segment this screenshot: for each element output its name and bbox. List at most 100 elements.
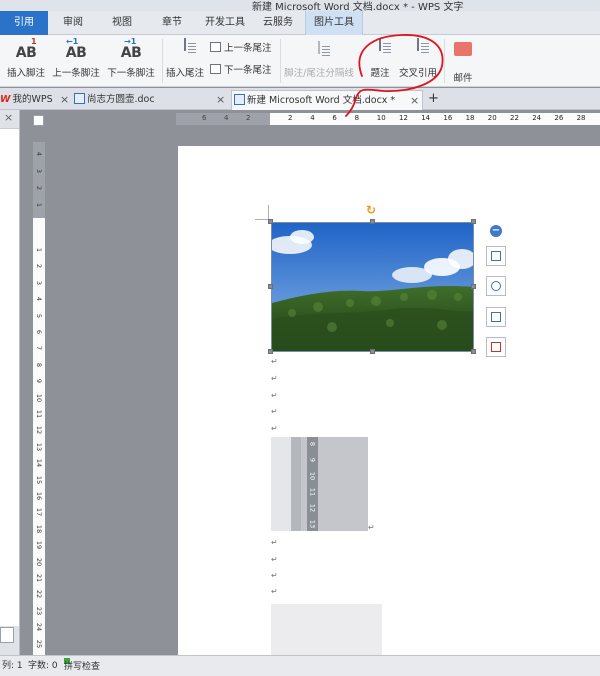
- ruler-tick-label: 10: [308, 471, 317, 481]
- cross-reference-button[interactable]: 交叉引用: [397, 37, 439, 83]
- ruler-tick-label: 4: [35, 151, 43, 157]
- resize-handle-sw[interactable]: [268, 349, 273, 354]
- mail-button[interactable]: 邮件: [449, 37, 477, 84]
- prev-footnote-icon: ←1 AB: [65, 37, 87, 61]
- pane-resize-handle[interactable]: [0, 627, 14, 643]
- ruler-tick-label: 8: [308, 441, 317, 447]
- resize-handle-nw[interactable]: [268, 219, 273, 224]
- footnote-separator-button[interactable]: 脚注/尾注分隔线: [283, 37, 355, 83]
- paragraph-mark: ↵: [271, 555, 278, 564]
- tab-cloud[interactable]: 云服务: [254, 11, 302, 35]
- doc-file-icon: [234, 94, 245, 105]
- ruler-tick-label: 11: [308, 487, 317, 497]
- next-endnote-button[interactable]: 下一条尾注: [210, 63, 272, 79]
- ruler-tick-label: 4: [310, 114, 315, 122]
- layout-options-button[interactable]: [486, 246, 506, 266]
- cross-reference-icon: [397, 37, 439, 61]
- doc-file-icon: [74, 93, 85, 104]
- document-tab-bar: W 我的WPS × 尚志方圆壶.doc × 新建 Microsoft Word 文…: [0, 88, 600, 110]
- close-icon[interactable]: ×: [216, 90, 225, 110]
- ribbon-references: 1 AB 插入脚注 ←1 AB 上一条脚注 →1 AB 下一条脚注 插入尾注 上…: [0, 35, 600, 87]
- ruler-tick-label: 7: [35, 346, 43, 351]
- layout-icon: [491, 251, 501, 261]
- inserted-picture-placeholder[interactable]: [271, 604, 382, 655]
- ruler-tick-label: 2: [35, 185, 43, 191]
- collapse-toolbar-icon[interactable]: −: [490, 225, 502, 237]
- endnote-icon: [165, 37, 205, 61]
- doc-tab-new-word[interactable]: 新建 Microsoft Word 文档.docx * ×: [231, 90, 423, 110]
- ruler-tick-label: 4: [35, 297, 43, 302]
- ruler-tick-label: 8: [35, 362, 43, 367]
- tab-references[interactable]: 引用: [0, 11, 48, 35]
- insert-footnote-button[interactable]: 1 AB 插入脚注: [4, 37, 48, 83]
- resize-handle-s[interactable]: [370, 349, 375, 354]
- doc-tab-shangzhi[interactable]: 尚志方圆壶.doc ×: [74, 90, 230, 110]
- picture-border-button[interactable]: [486, 337, 506, 357]
- navigation-pane-content: [0, 128, 19, 626]
- status-column: 列: 1: [2, 661, 23, 671]
- ruler-tick-label: 18: [465, 114, 475, 122]
- inserted-ruler-picture[interactable]: 8 9 10 11 12 13: [271, 437, 368, 531]
- resize-handle-e[interactable]: [471, 284, 476, 289]
- horizontal-ruler[interactable]: 6 4 2 2 4 6 8 10 12 14 16 18 20 22 24 26 28: [176, 113, 600, 125]
- crop-picture-button[interactable]: [486, 307, 506, 327]
- tab-developer[interactable]: 开发工具: [198, 11, 252, 35]
- ruler-tick-label: 18: [35, 524, 43, 533]
- ruler-tick-label: 1: [35, 202, 43, 208]
- resize-handle-ne[interactable]: [471, 219, 476, 224]
- caption-icon: [366, 37, 394, 61]
- resize-handle-n[interactable]: [370, 219, 375, 224]
- resize-handle-w[interactable]: [268, 284, 273, 289]
- ruler-tab-selector[interactable]: [33, 115, 44, 126]
- prev-footnote-button[interactable]: ←1 AB 上一条脚注: [52, 37, 100, 83]
- tab-view[interactable]: 视图: [100, 11, 144, 35]
- selected-picture[interactable]: [271, 222, 474, 352]
- ruler-tick-label: 11: [35, 409, 43, 419]
- tab-chapter[interactable]: 章节: [150, 11, 194, 35]
- navigation-pane: ×: [0, 110, 20, 655]
- close-icon[interactable]: ×: [410, 91, 419, 111]
- footnote-icon: 1 AB: [15, 37, 37, 61]
- border-icon: [491, 342, 501, 352]
- resize-handle-se[interactable]: [471, 349, 476, 354]
- margin-corner-mark: [268, 205, 269, 219]
- close-icon[interactable]: ×: [4, 111, 13, 124]
- ruler-tick-label: 28: [576, 114, 586, 122]
- insert-endnote-button[interactable]: 插入尾注: [165, 37, 205, 83]
- vertical-ruler[interactable]: 4 3 2 1 1 2 3 4 5 6 7 8 9 10 11 12 13 14 15 16 17 18 19 20 21 22 2…: [33, 142, 45, 664]
- ruler-tick-label: 13: [308, 519, 317, 529]
- close-icon[interactable]: ×: [60, 90, 69, 110]
- envelope-icon: [449, 42, 477, 66]
- ruler-tick-label: 4: [224, 114, 229, 122]
- tab-review[interactable]: 审阅: [52, 11, 94, 35]
- caption-button[interactable]: 题注: [366, 37, 394, 83]
- doc-tab-mywps[interactable]: W 我的WPS ×: [0, 90, 72, 110]
- ruler-tick-label: 16: [443, 114, 453, 122]
- ribbon-tab-bar: 引用 审阅 视图 章节 开发工具 云服务 图片工具: [0, 11, 600, 35]
- tab-picture-tools[interactable]: 图片工具: [305, 11, 363, 35]
- separator-line-icon: [283, 37, 355, 61]
- ruler-tick-label: 14: [35, 459, 43, 468]
- title-bar: 新建 Microsoft Word 文档.docx * - WPS 文字: [0, 0, 600, 11]
- ruler-tick-label: 20: [35, 557, 43, 566]
- next-footnote-button[interactable]: →1 AB 下一条脚注: [106, 37, 156, 83]
- ruler-tick-label: 17: [35, 508, 43, 517]
- ruler-tick-label: 12: [399, 114, 408, 122]
- paragraph-mark: ↵: [271, 424, 278, 433]
- ruler-tick-label: 3: [35, 280, 43, 285]
- picture-ruler-strip: 8 9 10 11 12 13: [307, 437, 318, 531]
- ruler-text-area: [270, 113, 600, 125]
- ruler-tick-label: 6: [35, 329, 43, 335]
- ruler-tick-label: 2: [288, 114, 293, 122]
- paragraph-mark: ↵: [271, 538, 278, 547]
- ruler-tick-label: 10: [376, 114, 386, 122]
- wps-logo-icon: W: [0, 94, 11, 105]
- rotate-handle-icon[interactable]: ↻: [366, 203, 376, 217]
- ruler-tick-label: 22: [510, 114, 519, 122]
- prev-endnote-button[interactable]: 上一条尾注: [210, 41, 272, 57]
- new-tab-button[interactable]: +: [428, 90, 442, 110]
- prev-endnote-icon: [210, 42, 221, 52]
- ruler-tick-label: 2: [35, 264, 43, 269]
- zoom-picture-button[interactable]: [486, 276, 506, 296]
- paragraph-mark: ↵: [271, 587, 278, 596]
